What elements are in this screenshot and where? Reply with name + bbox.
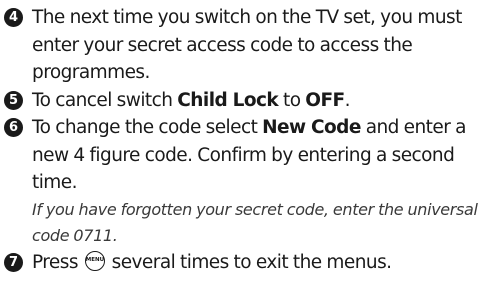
step-text: to bbox=[278, 89, 306, 111]
step-text: Press bbox=[32, 251, 83, 273]
step-text: . bbox=[344, 89, 351, 111]
forgotten-code-note: If you have forgotten your secret code, … bbox=[32, 199, 478, 245]
step-number-badge: 4 bbox=[4, 8, 23, 27]
instruction-page: 4 The next time you switch on the TV set… bbox=[0, 0, 490, 296]
step-text: several times to exit the menus. bbox=[106, 251, 392, 273]
step-7: 7 Press MENU several times to exit the m… bbox=[4, 249, 490, 277]
step-text: The next time you switch on the TV set, … bbox=[32, 7, 462, 83]
step-number-badge: 6 bbox=[4, 118, 23, 137]
new-code-term: New Code bbox=[262, 117, 361, 138]
step-number-badge: 7 bbox=[4, 252, 23, 272]
off-term: OFF bbox=[305, 89, 345, 111]
menu-key-icon: MENU bbox=[84, 250, 105, 271]
step-number-badge: 5 bbox=[4, 90, 23, 110]
step-5: 5 To cancel switch Child Lock to OFF. bbox=[4, 87, 490, 115]
step-6: 6 To change the code select New Code and… bbox=[4, 114, 490, 249]
step-text: To change the code select bbox=[32, 117, 263, 138]
step-4: 4 The next time you switch on the TV set… bbox=[4, 4, 490, 87]
step-text: To cancel switch bbox=[32, 89, 178, 111]
child-lock-term: Child Lock bbox=[177, 89, 279, 111]
